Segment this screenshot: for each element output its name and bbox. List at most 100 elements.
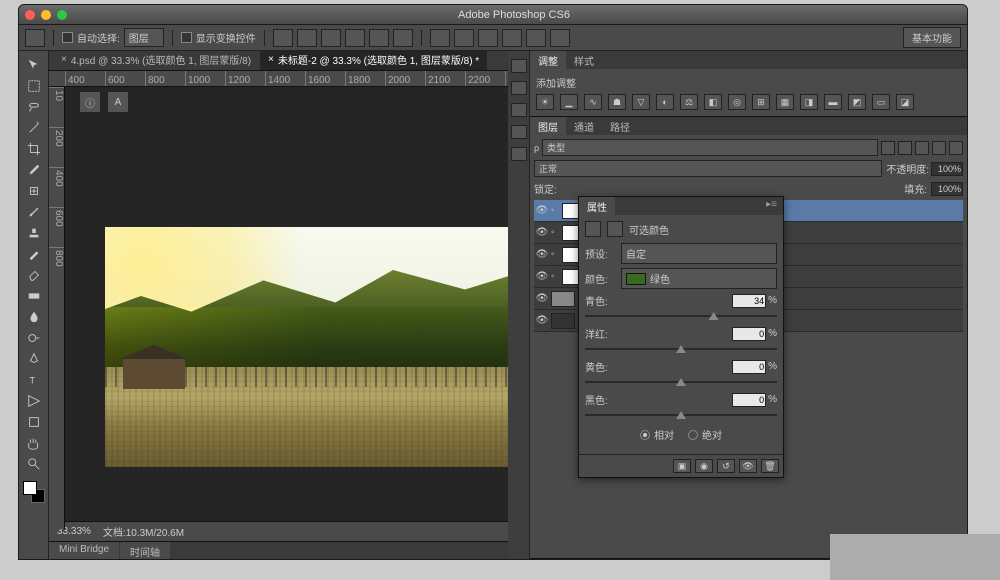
slider-track[interactable] [585, 343, 777, 355]
color-panel-icon[interactable] [511, 81, 527, 95]
gradient-map-icon[interactable]: ▭ [872, 94, 890, 110]
channel-mixer-icon[interactable]: ⊞ [752, 94, 770, 110]
slider-thumb[interactable] [709, 312, 719, 320]
align-left-icon[interactable] [273, 29, 293, 47]
distribute-icon[interactable] [430, 29, 450, 47]
blur-tool[interactable] [23, 307, 45, 327]
align-bottom-icon[interactable] [393, 29, 413, 47]
mini-bridge-tab[interactable]: Mini Bridge [49, 542, 119, 559]
tab-close-icon[interactable]: × [268, 54, 274, 65]
slider-thumb[interactable] [676, 345, 686, 353]
preset-dropdown[interactable]: 自定 [621, 243, 777, 264]
photo-filter-icon[interactable]: ◎ [728, 94, 746, 110]
distribute-icon-3[interactable] [478, 29, 498, 47]
zoom-window-icon[interactable] [57, 10, 67, 20]
eraser-tool[interactable] [23, 265, 45, 285]
filter-kind-dropdown[interactable]: 类型 [542, 139, 878, 156]
hand-tool[interactable] [23, 433, 45, 453]
link-icon[interactable]: ◦ [551, 271, 559, 282]
marquee-tool[interactable] [23, 76, 45, 96]
timeline-tab[interactable]: 时间轴 [120, 542, 170, 559]
foreground-color-swatch[interactable] [23, 481, 37, 495]
slider-thumb[interactable] [676, 411, 686, 419]
close-window-icon[interactable] [25, 10, 35, 20]
workspace-switcher[interactable]: 基本功能 [903, 27, 961, 48]
pen-tool[interactable] [23, 349, 45, 369]
bw-icon[interactable]: ◧ [704, 94, 722, 110]
visibility-toggle-icon[interactable]: 👁 [536, 315, 548, 327]
visibility-toggle-icon[interactable]: 👁 [536, 249, 548, 261]
absolute-radio[interactable]: 绝对 [688, 427, 722, 442]
align-right-icon[interactable] [321, 29, 341, 47]
properties-panel[interactable]: 属性 ▸≡ 可选颜色 预设: 自定 颜色: 绿色 青色: % 洋红: % 黄色:… [578, 196, 784, 478]
tab-close-icon[interactable]: × [61, 54, 67, 65]
slider-value-input[interactable] [732, 294, 766, 308]
move-tool-icon[interactable] [25, 29, 45, 47]
view-previous-icon[interactable]: ◉ [695, 459, 713, 473]
properties-tab[interactable]: 属性 [579, 197, 615, 215]
channels-tab[interactable]: 通道 [566, 117, 602, 135]
brightness-icon[interactable]: ☀ [536, 94, 554, 110]
shape-tool[interactable] [23, 412, 45, 432]
slider-value-input[interactable] [732, 360, 766, 374]
histogram-panel-icon[interactable] [511, 147, 527, 161]
lookup-icon[interactable]: ▦ [776, 94, 794, 110]
dodge-tool[interactable] [23, 328, 45, 348]
crop-tool[interactable] [23, 139, 45, 159]
layers-tab[interactable]: 图层 [530, 117, 566, 135]
distribute-icon-4[interactable] [502, 29, 522, 47]
relative-radio[interactable]: 相对 [640, 427, 674, 442]
styles-tab[interactable]: 样式 [566, 51, 602, 69]
character-panel-icon[interactable] [511, 125, 527, 139]
gradient-tool[interactable] [23, 286, 45, 306]
visibility-toggle-icon[interactable]: 👁 [536, 205, 548, 217]
opacity-input[interactable] [931, 162, 963, 176]
mask-icon[interactable] [607, 221, 623, 237]
distribute-icon-6[interactable] [550, 29, 570, 47]
levels-icon[interactable]: ▁ [560, 94, 578, 110]
reset-icon[interactable]: ↺ [717, 459, 735, 473]
exposure-icon[interactable]: ☗ [608, 94, 626, 110]
align-top-icon[interactable] [345, 29, 365, 47]
slider-value-input[interactable] [732, 327, 766, 341]
healing-tool[interactable] [23, 181, 45, 201]
filter-type-icon[interactable] [915, 141, 929, 155]
document-tab[interactable]: × 未标题-2 @ 33.3% (选取颜色 1, 图层蒙版/8) * [260, 51, 487, 70]
filter-pixel-icon[interactable] [881, 141, 895, 155]
vibrance-icon[interactable]: ▽ [632, 94, 650, 110]
document-tab[interactable]: × 4.psd @ 33.3% (选取颜色 1, 图层蒙版/8) [53, 51, 259, 70]
fill-input[interactable] [931, 182, 963, 196]
align-center-h-icon[interactable] [297, 29, 317, 47]
slider-track[interactable] [585, 376, 777, 388]
auto-select-dropdown[interactable]: 图层 [124, 28, 164, 47]
selective-color-icon[interactable]: ◪ [896, 94, 914, 110]
color-balance-icon[interactable]: ⚖ [680, 94, 698, 110]
wand-tool[interactable] [23, 118, 45, 138]
canvas-area[interactable]: ⓘ A [49, 87, 508, 521]
history-panel-icon[interactable] [511, 59, 527, 73]
stamp-tool[interactable] [23, 223, 45, 243]
move-tool[interactable] [23, 55, 45, 75]
toggle-visibility-icon[interactable]: 👁 [739, 459, 757, 473]
link-icon[interactable]: ◦ [551, 227, 559, 238]
lasso-tool[interactable] [23, 97, 45, 117]
posterize-icon[interactable]: ▬ [824, 94, 842, 110]
curves-icon[interactable]: ∿ [584, 94, 602, 110]
brush-tool[interactable] [23, 202, 45, 222]
history-brush-tool[interactable] [23, 244, 45, 264]
invert-icon[interactable]: ◨ [800, 94, 818, 110]
visibility-toggle-icon[interactable]: 👁 [536, 293, 548, 305]
slider-track[interactable] [585, 409, 777, 421]
distribute-icon-2[interactable] [454, 29, 474, 47]
filter-smart-icon[interactable] [949, 141, 963, 155]
eyedropper-tool[interactable] [23, 160, 45, 180]
color-swatches[interactable] [23, 481, 45, 503]
distribute-icon-5[interactable] [526, 29, 546, 47]
link-icon[interactable]: ◦ [551, 205, 559, 216]
threshold-icon[interactable]: ◩ [848, 94, 866, 110]
paths-tab[interactable]: 路径 [602, 117, 638, 135]
delete-adjustment-icon[interactable]: 🗑 [761, 459, 779, 473]
auto-select-checkbox[interactable] [62, 32, 73, 43]
canvas[interactable] [105, 227, 508, 467]
doc-info[interactable]: 文档:10.3M/20.6M [103, 524, 184, 539]
